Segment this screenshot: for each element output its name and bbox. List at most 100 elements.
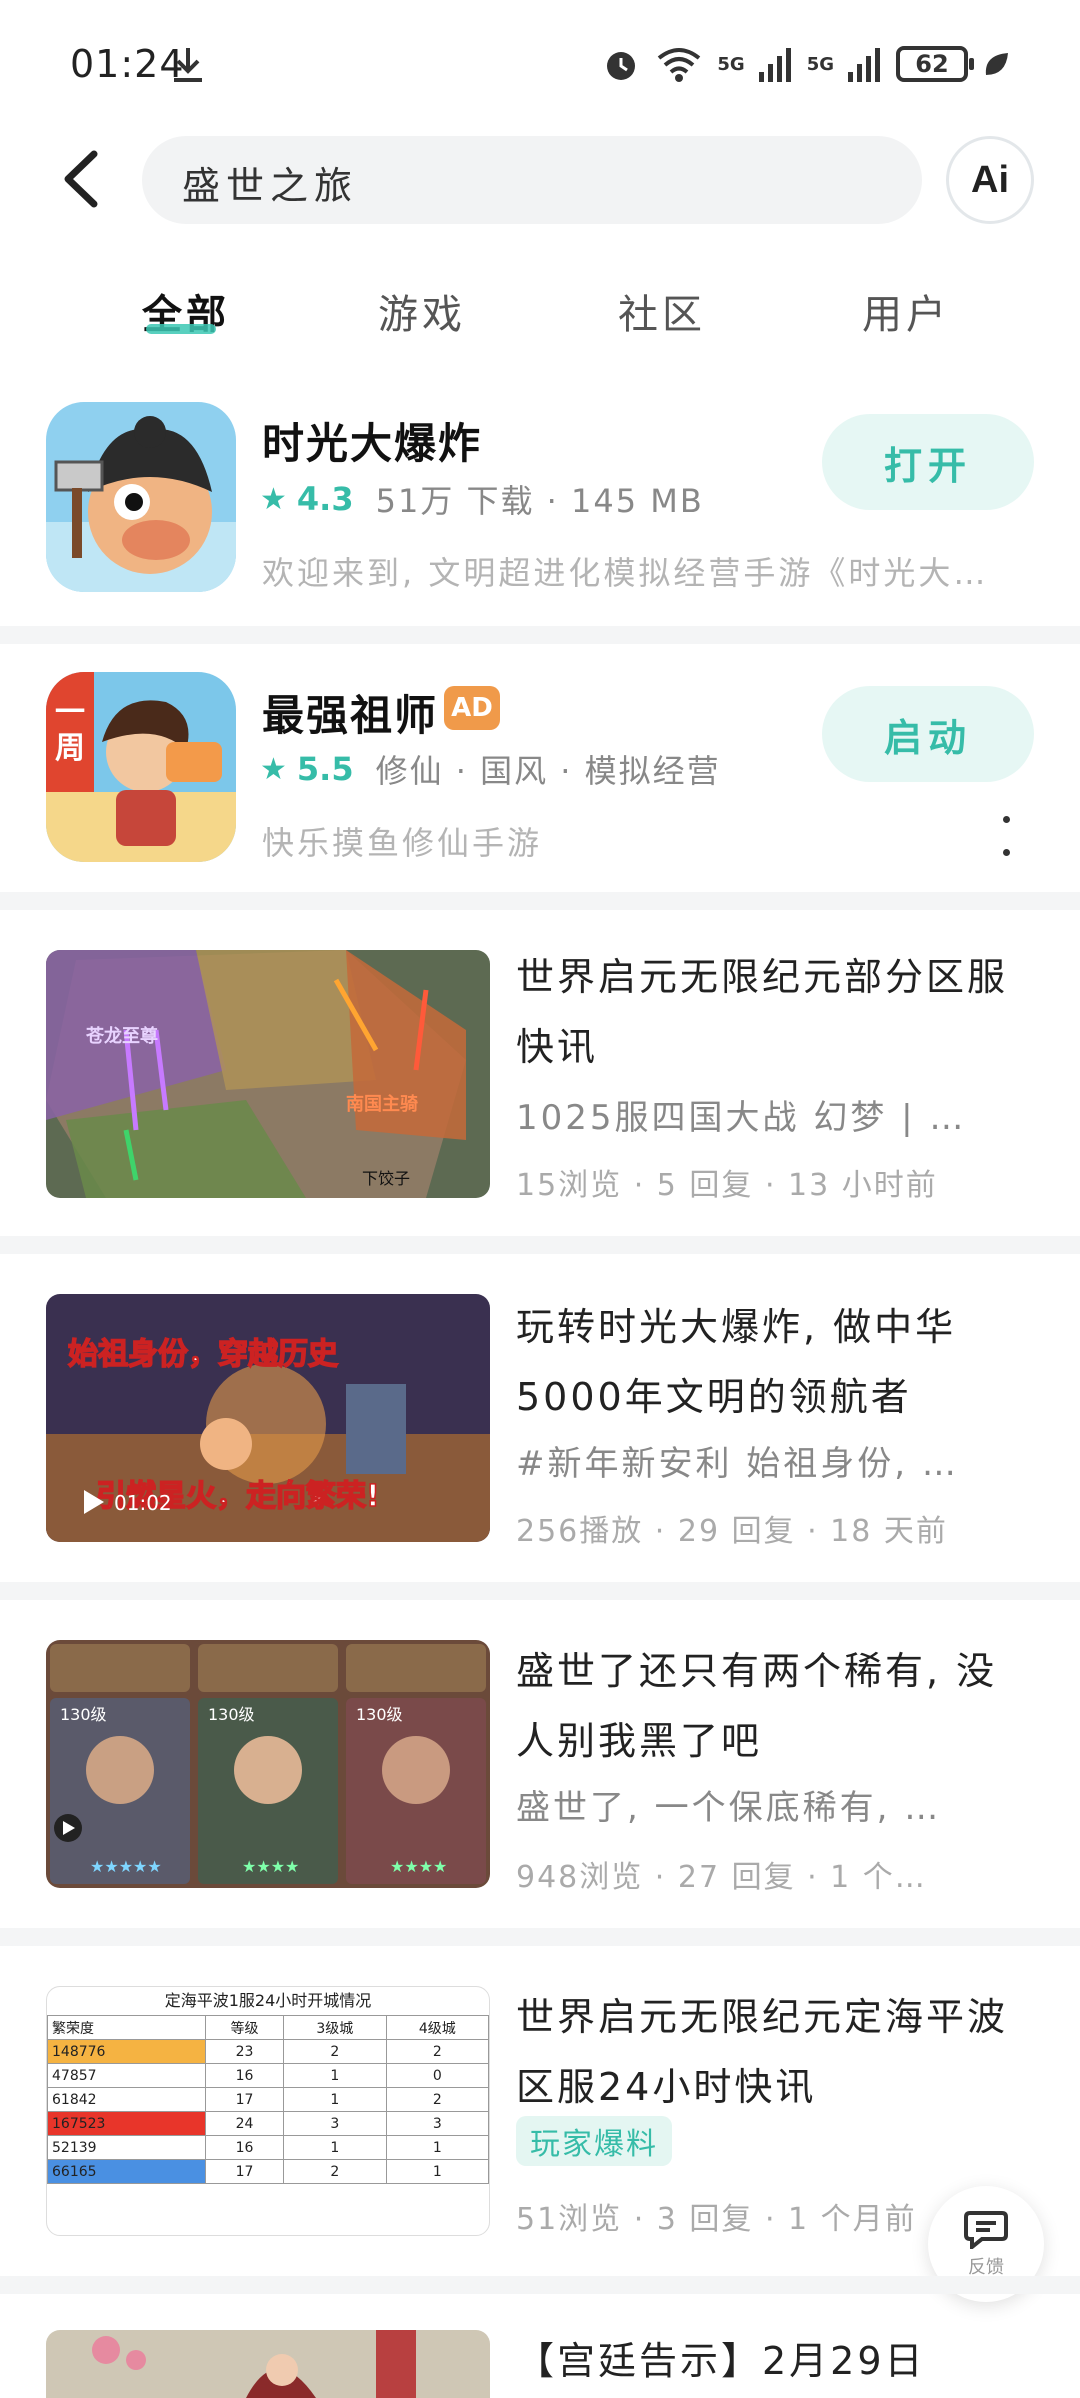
post-thumbnail[interactable]: 苍龙至尊 南国主骑 下饺子 [46,950,490,1198]
feedback-icon [964,2211,1008,2249]
post-title[interactable]: 盛世了还只有两个稀有, 没人别我黑了吧 [516,1636,1036,1776]
status-time: 01:24 [70,42,185,86]
alarm-icon [607,52,636,80]
divider [0,626,1080,644]
table-header: 繁荣度 [47,2015,206,2040]
post-thumbnail[interactable] [46,2330,490,2398]
app-icon-shiguang[interactable] [46,402,236,592]
tab-games[interactable]: 游戏 [378,282,466,340]
launch-button[interactable]: 启动 [822,686,1034,782]
tab-users[interactable]: 用户 [862,282,950,340]
post-excerpt: 盛世了, 一个保底稀有, … [516,1788,942,1828]
divider [0,1236,1080,1254]
signal-label-2: 5G [806,53,834,75]
status-icons: 5G 5G 62 [601,40,1010,88]
table-cell: 23 [204,2039,285,2064]
tab-community[interactable]: 社区 [618,282,706,340]
screen: 01:24 5G 5G 62 盛世之旅 Ai 全部 游戏 社区 用户 时光大爆炸… [0,0,1080,2398]
app-name[interactable]: 时光大爆炸 [262,410,482,471]
svg-text:★★★★: ★★★★ [242,1857,299,1876]
table-row: 148776 23 2 2 [47,2039,489,2064]
table-row: 47857 16 1 0 [47,2063,489,2088]
table-row: 66165 17 2 1 [47,2159,489,2184]
table-cell: 1 [283,2063,387,2088]
post-video-thumbnail[interactable]: 始祖身份，穿越历史 引燃星火，走向繁荣! 01:02 [46,1294,490,1542]
open-button[interactable]: 打开 [822,414,1034,510]
app-desc: 欢迎来到, 文明超进化模拟经营手游《时光大… [262,554,989,592]
level-label: 130级 [356,1705,403,1724]
star-icon: ★ [260,481,287,517]
table-cell: 2 [283,2039,387,2064]
table-cell: 1 [283,2087,387,2112]
signal-bars-icon [848,48,880,82]
app-rating: 4.3 [296,480,354,518]
svg-text:★★★★★: ★★★★★ [90,1857,162,1876]
table-row: 167523 24 3 3 [47,2111,489,2136]
table-cell: 17 [204,2159,285,2184]
table-cell: 0 [385,2063,489,2088]
app-rating: 5.5 [296,750,354,788]
battery-indicator: 62 [896,46,974,82]
post-excerpt: 1025服四国大战 幻梦 | … [516,1098,967,1138]
table-cell: 2 [385,2087,489,2112]
back-button[interactable] [56,148,108,210]
table-title: 定海平波1服24小时开城情况 [164,1991,372,2010]
download-icon [174,48,202,82]
table-header: 等级 [204,2015,285,2040]
table-cell: 24 [204,2111,285,2136]
map-label-corner: 下饺子 [362,1169,410,1188]
map-label-left: 苍龙至尊 [85,1025,158,1047]
app-name[interactable]: 最强祖师 [262,682,438,743]
table-cell: 1 [283,2135,387,2160]
table-cell: 61842 [47,2087,206,2112]
table-row: 52139 16 1 1 [47,2135,489,2160]
table-cell: 2 [385,2039,489,2064]
signal-label-1: 5G [717,53,745,75]
table-header: 3级城 [283,2015,387,2040]
app-desc: 快乐摸鱼修仙手游 [262,824,543,862]
app-icon-zuiqiang[interactable]: 一 周 [46,672,236,862]
tab-active-indicator [146,324,216,334]
table-cell: 47857 [47,2063,206,2088]
table-cell: 16 [204,2135,285,2160]
app-rating-row: ★ 5.5 修仙 · 国风 · 模拟经营 [260,746,721,792]
post-title[interactable]: 世界启元无限纪元部分区服快讯 [516,942,1036,1082]
post-title[interactable]: 世界启元无限纪元定海平波区服24小时快讯 [516,1982,1036,2122]
data-table: 繁荣度 等级 3级城 4级城 148776 23 2 2 47857 16 1 … [47,2015,489,2184]
map-label-right: 南国主骑 [346,1093,418,1115]
more-options-icon[interactable] [996,816,1016,856]
post-title[interactable]: 玩转时光大爆炸, 做中华5000年文明的领航者 [516,1292,1036,1432]
leaf-icon [985,53,1008,75]
table-cell: 1 [385,2135,489,2160]
post-meta: 15浏览 · 5 回复 · 13 小时前 [516,1168,938,1203]
table-cell: 167523 [47,2111,206,2136]
post-excerpt: #新年新安利 始祖身份, … [516,1444,959,1484]
divider [0,2276,1080,2294]
table-cell: 148776 [47,2039,206,2064]
table-cell: 52139 [47,2135,206,2160]
table-row: 61842 17 1 2 [47,2087,489,2112]
svg-text:★★★★: ★★★★ [390,1857,447,1876]
video-duration: 01:02 [114,1491,172,1515]
search-query[interactable]: 盛世之旅 [182,155,358,210]
wifi-icon [658,48,701,82]
video-caption-top: 始祖身份，穿越历史 [68,1337,338,1372]
post-table-thumbnail[interactable]: 定海平波1服24小时开城情况 繁荣度 等级 3级城 4级城 148776 23 … [46,1986,490,2236]
table-cell: 16 [204,2063,285,2088]
post-thumbnail[interactable]: 130级 130级 130级 ★★★★★ ★★★★ ★★★★ [46,1640,490,1888]
post-meta: 948浏览 · 27 回复 · 1 个… [516,1860,927,1895]
app-rating-row: ★ 4.3 51万 下载 · 145 MB [260,476,704,522]
table-header: 4级城 [385,2015,489,2040]
post-tag[interactable]: 玩家爆料 [516,2116,672,2166]
divider [0,1928,1080,1946]
star-icon: ★ [260,751,287,787]
table-cell: 3 [283,2111,387,2136]
divider [0,1582,1080,1600]
signal-bars-icon [758,48,791,82]
table-cell: 17 [204,2087,285,2112]
divider [0,892,1080,910]
post-meta: 256播放 · 29 回复 · 18 天前 [516,1514,948,1549]
post-title[interactable]: 【宫廷告示】2月29日 [516,2326,1036,2396]
app-meta: 51万 下载 · 145 MB [375,482,704,520]
ai-button[interactable]: Ai [946,136,1034,224]
